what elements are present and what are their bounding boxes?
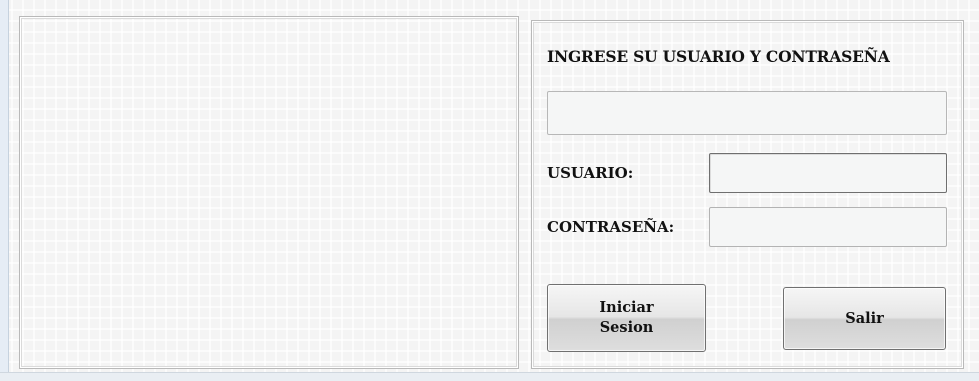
password-label: CONTRASEÑA: bbox=[547, 218, 675, 236]
window-bottom-border bbox=[0, 372, 979, 381]
login-title: INGRESE SU USUARIO Y CONTRASEÑA bbox=[547, 47, 890, 66]
password-input[interactable] bbox=[709, 207, 947, 247]
username-input[interactable] bbox=[709, 153, 947, 193]
login-button[interactable]: Iniciar Sesion bbox=[547, 284, 706, 352]
image-panel bbox=[19, 16, 519, 369]
username-label: USUARIO: bbox=[547, 164, 634, 182]
message-field[interactable] bbox=[547, 91, 947, 135]
exit-button[interactable]: Salir bbox=[783, 287, 946, 350]
window-left-border bbox=[0, 0, 9, 381]
